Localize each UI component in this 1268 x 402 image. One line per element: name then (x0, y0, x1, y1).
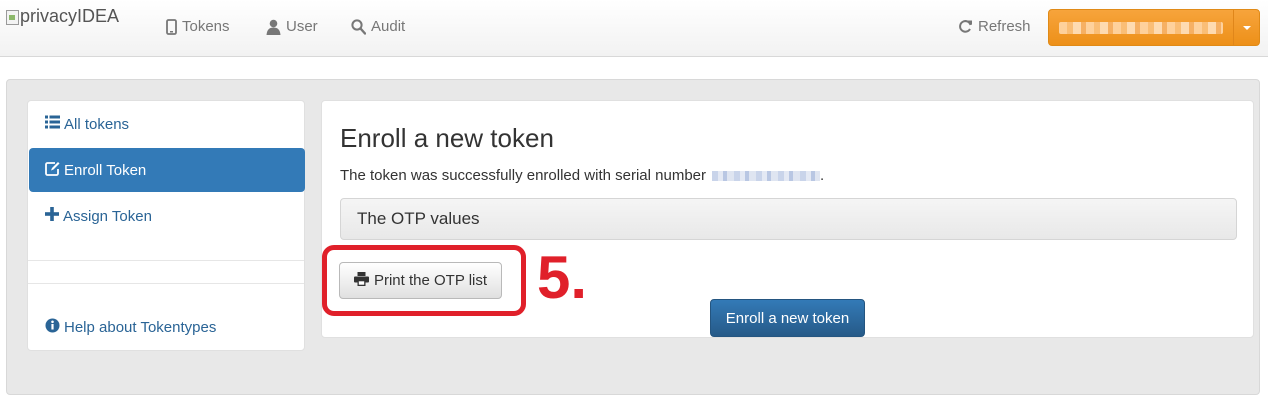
user-icon (266, 19, 281, 35)
mobile-icon (166, 18, 177, 35)
nav-user-label: User (286, 18, 318, 35)
list-icon (45, 115, 60, 133)
nav-user[interactable]: User (266, 18, 318, 35)
caret-down-icon (1242, 25, 1251, 30)
nav-tokens[interactable]: Tokens (166, 18, 230, 35)
success-message: The token was successfully enrolled with… (340, 167, 824, 184)
enroll-button-label: Enroll a new token (725, 309, 850, 327)
sidebar: All tokens Enroll Token Assign Token Hel… (27, 100, 305, 351)
print-icon (353, 271, 369, 290)
sidebar-divider (28, 283, 304, 284)
search-icon (351, 18, 366, 35)
edit-icon (45, 161, 60, 180)
brand-text: privacyIDEA (20, 6, 120, 26)
refresh-icon (958, 19, 973, 34)
top-navbar: privacyIDEA Tokens User Audit Refresh (0, 0, 1268, 57)
sidebar-item-label: All tokens (64, 115, 130, 133)
otp-values-panel[interactable]: The OTP values (340, 198, 1237, 240)
user-menu-name (1049, 10, 1233, 45)
otp-panel-title: The OTP values (357, 209, 480, 228)
nav-audit[interactable]: Audit (351, 18, 405, 35)
help-label: Help about Tokentypes (64, 318, 217, 336)
serial-suffix: . (820, 167, 825, 184)
success-text: The token was successfully enrolled with… (340, 167, 706, 184)
nav-tokens-label: Tokens (182, 18, 230, 35)
refresh-button[interactable]: Refresh (958, 18, 1031, 35)
info-icon (45, 318, 60, 337)
nav-audit-label: Audit (371, 18, 406, 35)
enroll-new-token-button[interactable]: Enroll a new token (710, 299, 865, 337)
print-otp-list-button[interactable]: Print the OTP list (339, 262, 502, 299)
redacted-serial-number (712, 170, 820, 181)
redacted-username (1059, 21, 1223, 34)
annotation-step-label: 5. (537, 244, 588, 311)
plus-icon (45, 207, 59, 225)
sidebar-item-label: Enroll Token (64, 161, 147, 179)
page-title: Enroll a new token (340, 123, 554, 153)
user-menu-button[interactable] (1048, 9, 1260, 46)
sidebar-item-enroll-token[interactable]: Enroll Token (29, 148, 305, 192)
sidebar-item-all-tokens[interactable]: All tokens (28, 115, 304, 133)
sidebar-item-assign-token[interactable]: Assign Token (28, 207, 304, 225)
refresh-label: Refresh (978, 18, 1031, 35)
sidebar-item-label: Assign Token (63, 207, 152, 225)
sidebar-help-link[interactable]: Help about Tokentypes (28, 318, 304, 336)
broken-image-icon (6, 10, 19, 25)
brand-logo[interactable]: privacyIDEA (6, 6, 119, 27)
sidebar-divider (28, 260, 304, 261)
user-menu-toggle[interactable] (1233, 10, 1259, 45)
print-button-label: Print the OTP list (373, 272, 488, 289)
